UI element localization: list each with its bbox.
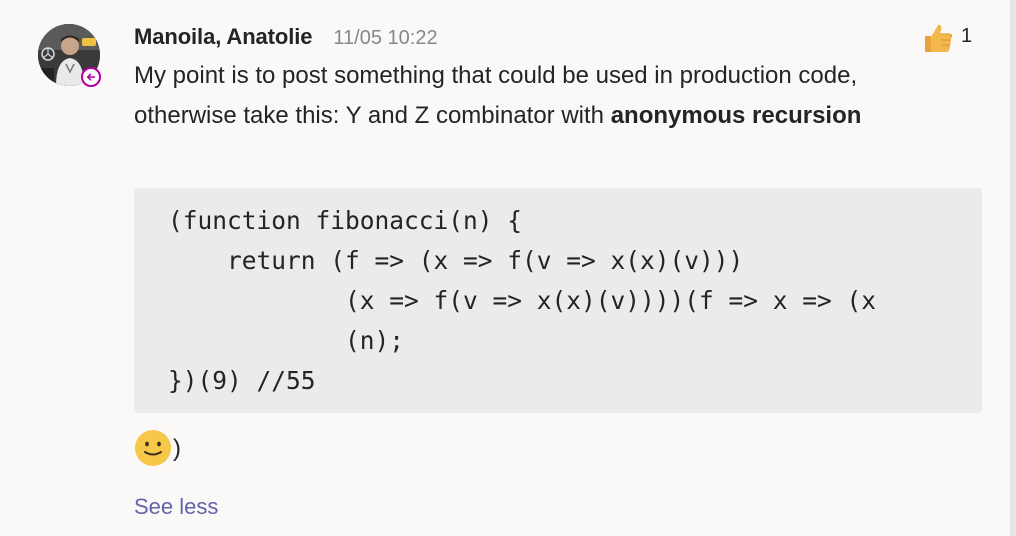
message-paragraph-1: My point is to post something that could…: [134, 62, 858, 89]
message-header: Manoila, Anatolie 11/05 10:22: [134, 24, 438, 52]
right-divider: [1010, 0, 1016, 536]
code-line: (x => f(v => x(x)(v))))(f => x => (x: [168, 286, 877, 315]
presence-badge: [81, 67, 101, 87]
message-timestamp: 11/05 10:22: [333, 27, 438, 49]
see-less-link[interactable]: See less: [134, 494, 218, 520]
code-block[interactable]: (function fibonacci(n) { return (f => (x…: [134, 188, 982, 413]
code-line: (function fibonacci(n) {: [168, 206, 523, 235]
thumbs-up-icon: [925, 24, 953, 52]
author-name[interactable]: Manoila, Anatolie: [134, 24, 313, 50]
emoji-suffix-text: ): [173, 435, 181, 462]
out-of-office-arrow-icon: [86, 73, 96, 81]
emoji-line: ): [134, 428, 181, 468]
teams-chat-view: Manoila, Anatolie 11/05 10:22 1 My point…: [0, 0, 1016, 536]
message-bold-text: anonymous recursion: [610, 102, 862, 129]
reaction-like[interactable]: 1: [921, 20, 972, 56]
chat-message: Manoila, Anatolie 11/05 10:22 1 My point…: [0, 0, 1010, 536]
code-line: return (f => (x => f(v => x(x)(v))): [168, 246, 744, 275]
reaction-count: 1: [961, 24, 973, 47]
message-paragraph-2: otherwise take this: Y and Z combinator …: [134, 96, 984, 136]
message-body: My point is to post something that could…: [134, 56, 984, 136]
code-line: })(9) //55: [168, 366, 316, 395]
smiley-emoji-icon: [135, 430, 171, 466]
code-line: (n);: [168, 326, 405, 355]
message-text: otherwise take this: Y and Z combinator …: [134, 102, 611, 129]
